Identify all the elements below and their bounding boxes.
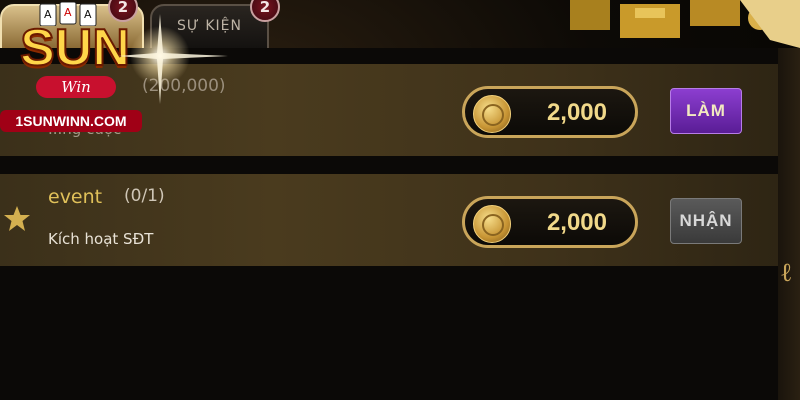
reward-pill: 2,000 — [462, 196, 638, 248]
mission-description: Kích hoạt SĐT — [48, 230, 154, 248]
do-mission-button[interactable]: LÀM — [670, 88, 742, 134]
logo-site-text: 1SUNWINN.COM — [0, 110, 142, 132]
reward-pill: 2,000 — [462, 86, 638, 138]
mission-title: event — [48, 186, 103, 208]
mission-row: event (0/1) Kích hoạt SĐT 2,000 NHẬN — [0, 174, 778, 266]
ornament-glyph-icon: ℓ — [780, 258, 793, 288]
reward-amount: 2,000 — [546, 99, 607, 126]
claim-reward-button[interactable]: NHẬN — [670, 198, 742, 244]
reward-amount: 2,000 — [546, 209, 607, 236]
mission-progress: (0/1) — [124, 186, 165, 206]
game-screen: 2 SỰ KIỆN 2 (200,000) ...ng cược 2,000 L… — [0, 0, 800, 400]
sparkle-icon — [118, 14, 228, 104]
star-icon — [4, 206, 30, 231]
right-frame-decoration: ℓ — [778, 48, 800, 400]
gold-bars-decoration — [570, 0, 800, 48]
logo-sub-text: Win — [36, 76, 116, 98]
